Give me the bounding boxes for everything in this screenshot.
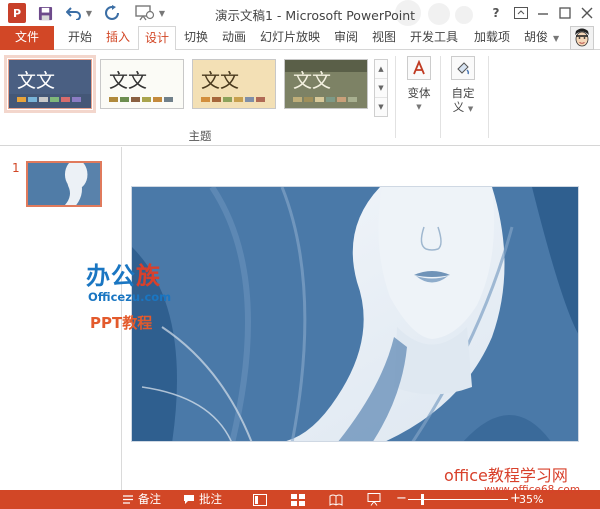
tab-file[interactable]: 文件	[0, 26, 54, 50]
customize-button[interactable]: 自定 义 ▼	[442, 56, 484, 116]
ribbon-tabs: 文件 开始 插入 设计 切换 动画 幻灯片放映 审阅 视图 开发工具 加载项 胡…	[0, 26, 600, 51]
theme-color-swatch	[142, 97, 151, 102]
zoom-out-button[interactable]: −	[396, 490, 407, 508]
comment-icon	[184, 495, 194, 504]
theme-color-swatch	[39, 97, 48, 102]
slideshow-view-icon[interactable]	[366, 492, 382, 507]
group-label-themes: 主题	[188, 129, 212, 143]
ribbon: 文文 文文 文文 文文 ▲ ▼ ▼ 主题 变体 ▼ 自定 义 ▼	[0, 50, 600, 146]
tab-home[interactable]: 开始	[62, 26, 98, 50]
theme-color-swatches	[201, 97, 265, 102]
theme-color-swatches	[293, 97, 357, 102]
theme-color-swatch	[153, 97, 162, 102]
tab-animations[interactable]: 动画	[216, 26, 252, 50]
minimize-icon[interactable]	[532, 3, 554, 23]
brand-watermark: 办公族 Officezu.com PPT教程	[86, 256, 196, 336]
theme-color-swatch	[234, 97, 243, 102]
theme-color-swatches	[109, 97, 173, 102]
gallery-scroll: ▲ ▼ ▼	[374, 59, 388, 117]
tab-view[interactable]: 视图	[366, 26, 402, 50]
chevron-down-icon: ▼	[416, 103, 422, 111]
theme-color-swatch	[28, 97, 37, 102]
theme-color-swatch	[256, 97, 265, 102]
brand-url: Officezu.com	[88, 290, 172, 304]
theme-color-swatch	[72, 97, 81, 102]
theme-color-swatch	[61, 97, 70, 102]
theme-color-swatch	[131, 97, 140, 102]
close-icon[interactable]	[576, 3, 598, 23]
zoom-slider-handle[interactable]	[420, 494, 424, 505]
tab-developer[interactable]: 开发工具	[404, 26, 464, 50]
theme-color-swatch	[201, 97, 210, 102]
reading-view-icon[interactable]	[328, 492, 344, 507]
theme-thumbnail[interactable]: 文文	[192, 59, 276, 109]
theme-color-swatch	[326, 97, 335, 102]
avatar[interactable]	[570, 26, 594, 50]
variants-label: 变体	[407, 86, 431, 100]
site-watermark-url: www.office68.com	[484, 484, 581, 496]
theme-color-swatch	[50, 97, 59, 102]
theme-sample-text: 文文	[109, 70, 148, 92]
theme-sample-text: 文文	[293, 70, 332, 92]
help-button[interactable]: ?	[485, 3, 507, 23]
theme-color-swatch	[348, 97, 357, 102]
slide-number: 1	[12, 161, 20, 175]
title-bar: P ▼ ▼ 演示文稿1 - Microsoft PowerPoint ?	[0, 0, 600, 26]
tab-insert[interactable]: 插入	[100, 26, 136, 50]
site-watermark: office教程学习网	[444, 466, 568, 485]
notes-icon	[123, 495, 133, 504]
user-name[interactable]: 胡俊	[524, 26, 548, 50]
theme-sample-text: 文文	[17, 70, 56, 92]
ribbon-display-icon[interactable]	[510, 3, 532, 23]
slide-thumbnail[interactable]	[26, 161, 102, 207]
group-separator	[440, 56, 441, 138]
theme-color-swatch	[120, 97, 129, 102]
brand-subtitle: PPT教程	[90, 314, 153, 332]
tab-slideshow[interactable]: 幻灯片放映	[254, 26, 326, 50]
theme-thumbnail[interactable]: 文文	[4, 55, 96, 113]
theme-thumbnail[interactable]: 文文	[284, 59, 368, 109]
theme-thumbnail[interactable]: 文文	[100, 59, 184, 109]
tab-addins[interactable]: 加载项	[466, 26, 518, 50]
theme-color-swatch	[304, 97, 313, 102]
format-background-icon	[451, 56, 475, 80]
gallery-up-icon[interactable]: ▲	[375, 60, 387, 79]
theme-color-swatch	[109, 97, 118, 102]
variants-button[interactable]: 变体 ▼	[398, 56, 440, 114]
customize-label: 自定	[451, 86, 475, 100]
theme-color-swatch	[337, 97, 346, 102]
notes-button[interactable]: 备注	[122, 490, 161, 509]
tab-design[interactable]: 设计	[138, 26, 176, 51]
gallery-down-icon[interactable]: ▼	[375, 79, 387, 98]
group-separator	[395, 56, 396, 138]
maximize-icon[interactable]	[554, 3, 576, 23]
user-dropdown-icon[interactable]: ▼	[553, 34, 559, 43]
tab-review[interactable]: 审阅	[328, 26, 364, 50]
group-separator	[488, 56, 489, 138]
slide-sorter-view-icon[interactable]	[290, 492, 306, 507]
variants-icon	[407, 56, 431, 80]
gallery-more-icon[interactable]: ▼	[375, 98, 387, 117]
theme-color-swatch	[212, 97, 221, 102]
theme-color-swatches	[17, 97, 81, 102]
theme-color-swatch	[164, 97, 173, 102]
theme-color-swatch	[245, 97, 254, 102]
customize-label-line2: 义 ▼	[452, 100, 474, 114]
theme-color-swatch	[17, 97, 26, 102]
theme-color-swatch	[315, 97, 324, 102]
theme-sample-text: 文文	[201, 70, 240, 92]
theme-gallery: 文文 文文 文文 文文	[4, 55, 372, 121]
tab-transitions[interactable]: 切换	[178, 26, 214, 50]
slide-canvas[interactable]	[131, 186, 579, 442]
normal-view-icon[interactable]	[252, 492, 268, 507]
comments-button[interactable]: 批注	[183, 490, 222, 509]
slide-picture[interactable]	[132, 187, 579, 442]
brand-logo-text: 办公族	[86, 262, 161, 290]
theme-color-swatch	[223, 97, 232, 102]
theme-color-swatch	[293, 97, 302, 102]
